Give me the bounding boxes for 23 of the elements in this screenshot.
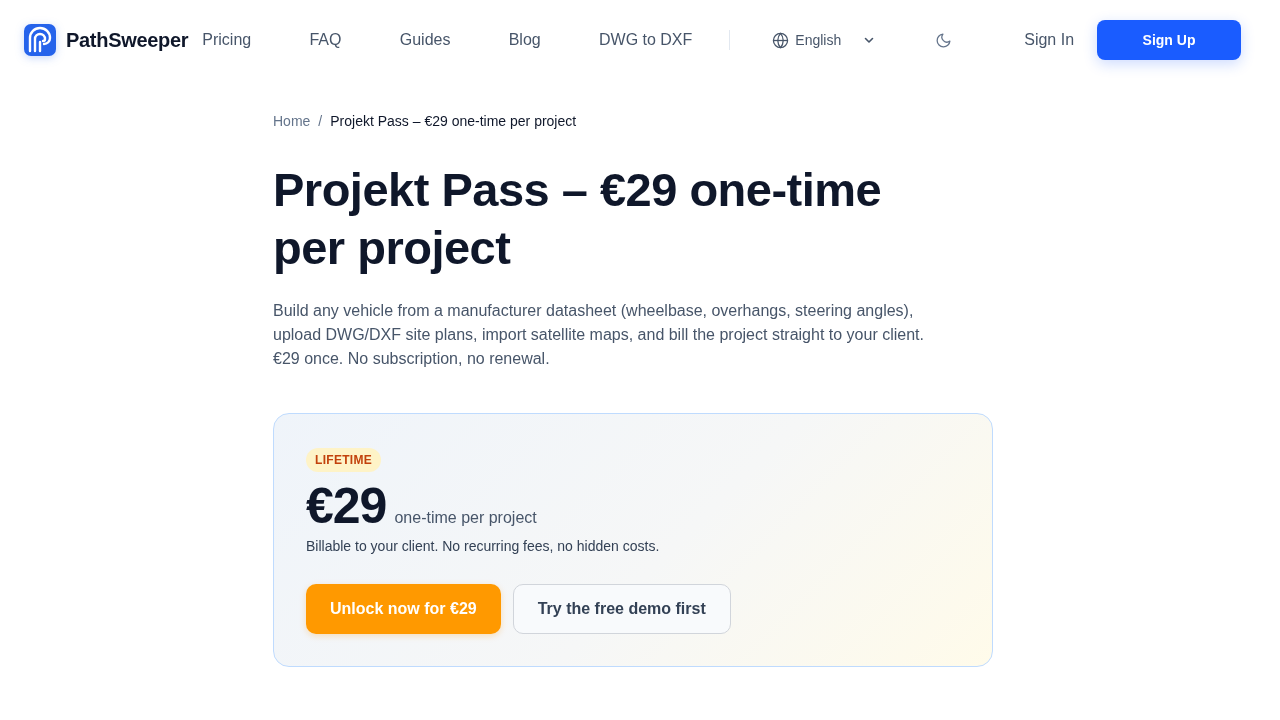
breadcrumb-link[interactable]: Projekt Pass – €29 one-time per project	[330, 113, 577, 129]
nav-link[interactable]: Guides	[399, 31, 451, 49]
language-selector[interactable]: English	[772, 31, 876, 49]
moon-icon	[935, 31, 953, 49]
nav-link[interactable]: DWG to DXF	[598, 31, 693, 49]
nav-link[interactable]: Blog	[508, 31, 541, 49]
demo-button[interactable]: Try the free demo first	[512, 584, 731, 634]
sign-up-button[interactable]: Sign Up	[1097, 20, 1241, 60]
logo-icon	[24, 24, 56, 56]
breadcrumb-separator: /	[318, 113, 323, 129]
nav-link[interactable]: FAQ	[309, 31, 342, 49]
theme-toggle[interactable]	[935, 31, 953, 49]
price: €29	[306, 477, 387, 536]
lifetime-badge: LIFETIME	[306, 448, 382, 472]
price-note: one-time per project	[394, 509, 537, 527]
brand-name[interactable]: PathSweeper	[66, 28, 189, 52]
page-description: Build any vehicle from a manufacturer datasheet (wheelbase, overhangs, steering angles), upload DWG/DXF site plans, import satellite maps, and bill the project straight to your client. €29 once. No subscription, no renewal.	[273, 301, 925, 369]
page-title: Projekt Pass – €29 one-time per project	[273, 162, 883, 276]
nav-link[interactable]: Pricing	[202, 31, 252, 49]
breadcrumb-link[interactable]: Home	[273, 113, 311, 129]
price-subtext: Billable to your client. No recurring fees, no hidden costs.	[306, 538, 661, 554]
sign-in-link[interactable]: Sign In	[1024, 31, 1075, 49]
globe-icon	[772, 31, 790, 49]
